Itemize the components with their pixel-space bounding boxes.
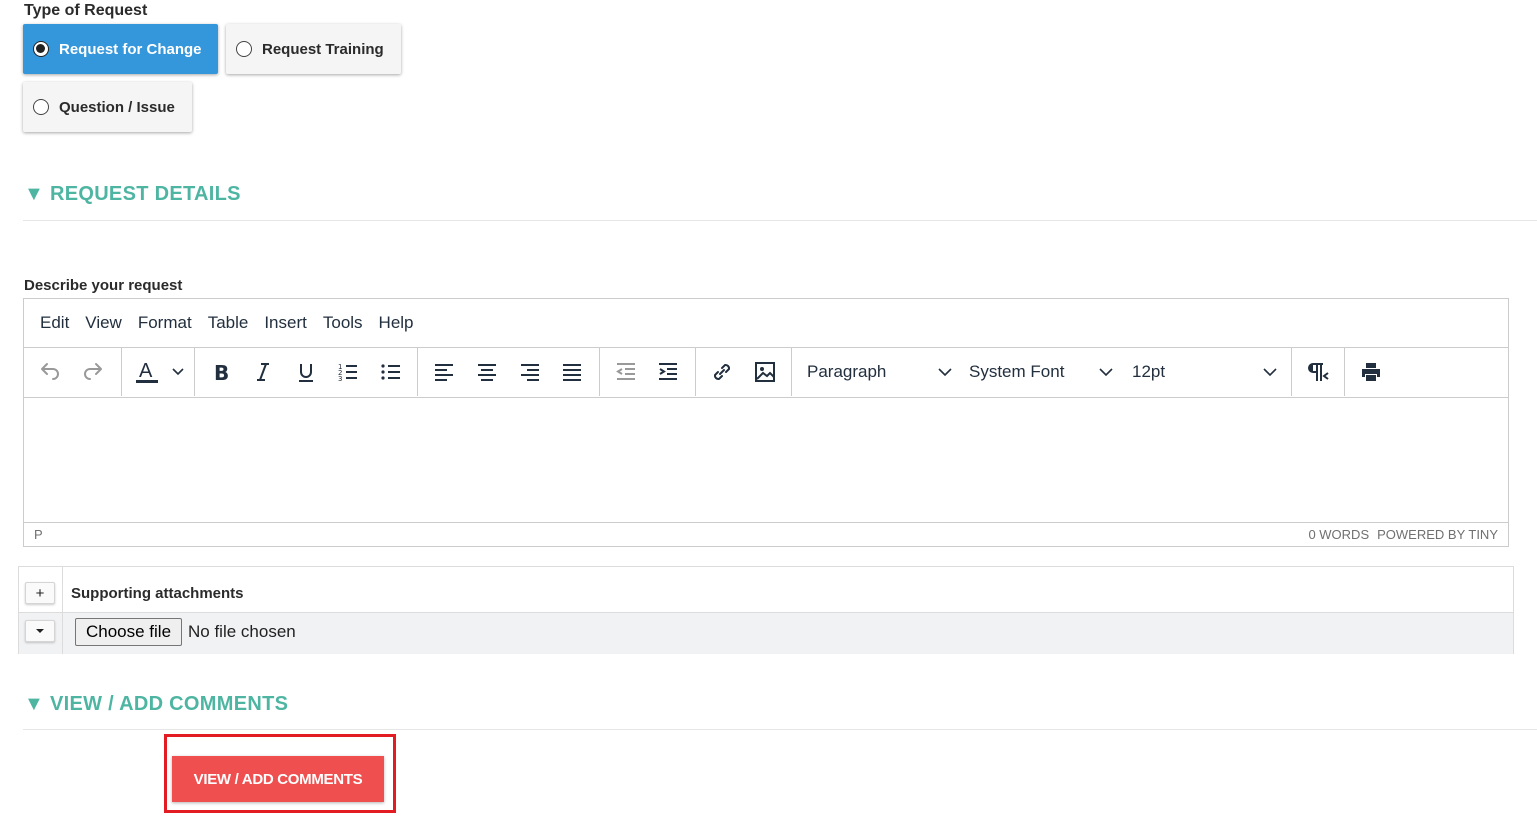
numbered-list-icon[interactable]: 1 2 3	[331, 356, 365, 388]
menu-tools[interactable]: Tools	[315, 313, 371, 333]
section-divider	[23, 220, 1537, 221]
bullet-list-icon[interactable]	[374, 356, 408, 388]
menu-insert[interactable]: Insert	[256, 313, 315, 333]
radio-unselected-indicator	[236, 41, 252, 57]
caret-down-icon	[36, 629, 44, 633]
attachments-title: Supporting attachments	[71, 585, 244, 602]
add-attachment-button[interactable]: +	[25, 582, 55, 604]
editor-statusbar: P 0 WORDS POWERED BY TINY	[24, 522, 1508, 546]
section-divider	[23, 729, 1537, 730]
radio-label: Question / Issue	[59, 98, 175, 116]
align-left-icon[interactable]	[427, 356, 461, 388]
outdent-icon[interactable]	[609, 356, 643, 388]
radio-label: Request for Change	[59, 40, 202, 58]
chevron-down-icon	[1263, 368, 1277, 377]
italic-icon[interactable]	[246, 356, 280, 388]
image-icon[interactable]	[748, 356, 782, 388]
chevron-down-icon	[1099, 368, 1113, 377]
element-path[interactable]: P	[34, 527, 43, 542]
indent-icon[interactable]	[651, 356, 685, 388]
menu-edit[interactable]: Edit	[32, 313, 77, 333]
toolbar-separator	[1344, 348, 1345, 396]
block-format-select[interactable]: Paragraph	[807, 356, 953, 388]
toolbar-separator	[121, 348, 122, 396]
toolbar-separator	[1291, 348, 1292, 396]
radio-selected-indicator	[33, 41, 49, 57]
toolbar-separator	[599, 348, 600, 396]
font-family-select[interactable]: System Font	[969, 356, 1114, 388]
type-of-request-label: Type of Request	[24, 2, 148, 19]
attachments-panel: + Supporting attachments Choose file No …	[18, 566, 1514, 654]
menu-view[interactable]: View	[77, 313, 130, 333]
rich-text-editor: Edit View Format Table Insert Tools Help…	[23, 298, 1509, 547]
radio-question-issue[interactable]: Question / Issue	[23, 82, 192, 132]
paragraph-direction-icon[interactable]	[1301, 356, 1335, 388]
bold-icon[interactable]: B	[204, 356, 238, 388]
choose-file-button[interactable]: Choose file	[75, 618, 182, 646]
toolbar-separator	[791, 348, 792, 396]
align-center-icon[interactable]	[470, 356, 504, 388]
request-details-heading[interactable]: ▼ REQUEST DETAILS	[24, 183, 241, 206]
editor-content-area[interactable]	[24, 396, 1508, 524]
print-icon[interactable]	[1354, 356, 1388, 388]
toolbar-separator	[695, 348, 696, 396]
describe-request-label: Describe your request	[24, 277, 183, 294]
view-add-comments-heading[interactable]: ▼ VIEW / ADD COMMENTS	[24, 693, 288, 716]
align-justify-icon[interactable]	[555, 356, 589, 388]
menu-help[interactable]: Help	[371, 313, 422, 333]
font-family-value: System Font	[969, 362, 1065, 381]
file-status: No file chosen	[188, 622, 296, 641]
view-add-comments-button[interactable]: VIEW / ADD COMMENTS	[172, 756, 384, 802]
undo-icon[interactable]	[33, 356, 67, 388]
font-size-value: 12pt	[1132, 362, 1166, 381]
font-size-select[interactable]: 12pt	[1132, 356, 1278, 388]
editor-menubar: Edit View Format Table Insert Tools Help	[24, 299, 1508, 347]
chevron-down-icon	[938, 368, 952, 377]
svg-text:B: B	[214, 361, 229, 384]
svg-text:3: 3	[338, 375, 342, 383]
menu-format[interactable]: Format	[130, 313, 200, 333]
row-menu-button[interactable]	[25, 620, 55, 642]
link-icon[interactable]	[705, 356, 739, 388]
menu-table[interactable]: Table	[200, 313, 257, 333]
text-color-icon[interactable]: A	[130, 356, 188, 388]
radio-request-training[interactable]: Request Training	[226, 24, 401, 74]
powered-by-tiny[interactable]: POWERED BY TINY	[1377, 527, 1498, 542]
toolbar-separator	[417, 348, 418, 396]
redo-icon[interactable]	[76, 356, 110, 388]
underline-icon[interactable]	[289, 356, 323, 388]
radio-label: Request Training	[262, 40, 384, 58]
block-format-value: Paragraph	[807, 362, 887, 381]
radio-request-for-change[interactable]: Request for Change	[23, 24, 218, 74]
toolbar-separator	[194, 348, 195, 396]
svg-text:A: A	[139, 360, 153, 382]
align-right-icon[interactable]	[513, 356, 547, 388]
editor-toolbar: A B 1 2 3 Paragraph System Font 12pt	[24, 347, 1508, 398]
word-count[interactable]: 0 WORDS	[1308, 527, 1369, 542]
radio-unselected-indicator	[33, 99, 49, 115]
